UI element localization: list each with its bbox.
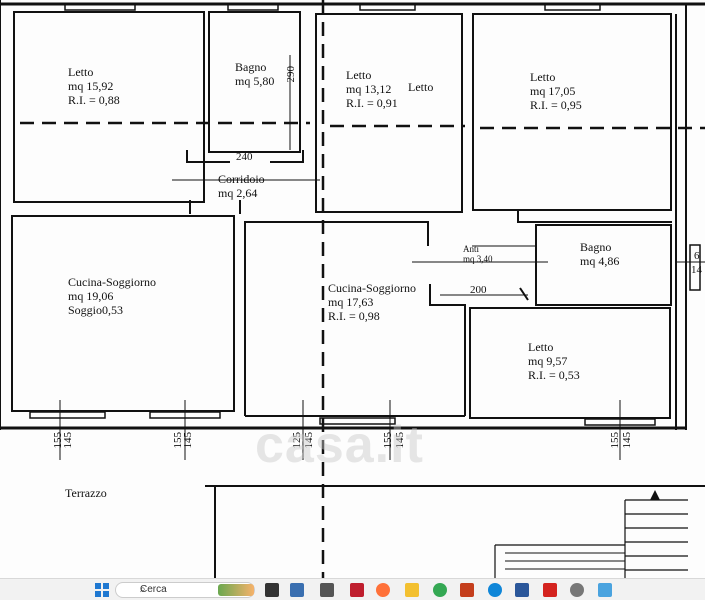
taskview-icon[interactable] [265,583,279,597]
search-placeholder: Cerca [140,584,167,595]
room-letto-3-label: Letto mq 17,05 R.I. = 0,95 [530,70,582,112]
settings-icon[interactable] [570,583,584,597]
room-corridoio-label: Corridoio mq 2,64 [218,172,265,200]
dimension-240: 240 [236,151,253,163]
photos-icon[interactable] [598,583,612,597]
file-explorer-icon[interactable] [290,583,304,597]
casa-it-watermark: casa.it [255,416,424,474]
dimension-14: 14 [691,264,702,276]
terminal-icon[interactable] [320,583,334,597]
room-terrazzo-label: Terrazzo [65,486,107,500]
word-icon[interactable] [515,583,529,597]
room-letto-4-label: Letto mq 9,57 R.I. = 0,53 [528,340,580,382]
taskbar: ⌕ Cerca [0,578,705,600]
room-cucina-2-label: Cucina-Soggiorno mq 17,63 R.I. = 0,98 [328,281,416,323]
room-bagno-2-label: Bagno mq 4,86 [580,240,620,268]
chrome-icon[interactable] [433,583,447,597]
room-letto-2-extra-label: Letto [408,80,434,94]
firefox-icon[interactable] [376,583,390,597]
room-letto-2-label: Letto mq 13,12 R.I. = 0,91 [346,68,398,110]
powerpoint-icon[interactable] [460,583,474,597]
floor-plan: Letto mq 15,92 R.I. = 0,88 Bagno mq 5,80 Le… [0,0,705,578]
dimension-290: 290 [285,66,297,83]
filezilla-icon[interactable] [350,583,364,597]
room-cucina-1-label: Cucina-Soggiorno mq 19,06 Soggio0,53 [68,275,156,317]
dimension-145-e: 145 [621,432,633,449]
room-letto-1-label: Letto mq 15,92 R.I. = 0,88 [68,65,120,107]
room-bagno-1-label: Bagno mq 5,80 [235,60,275,88]
edge-icon[interactable] [488,583,502,597]
folder-icon[interactable] [405,583,419,597]
windows-start-icon[interactable] [95,583,109,597]
dimension-145-b: 145 [182,432,194,449]
widgets-icon[interactable] [218,584,254,596]
dimension-6: 6 [694,250,700,262]
room-anti-label: Anti mq 3,40 [463,244,493,264]
dimension-155-d: 155 [609,432,621,449]
dimension-145-a: 145 [62,432,74,449]
acrobat-icon[interactable] [543,583,557,597]
dimension-200: 200 [470,284,487,296]
